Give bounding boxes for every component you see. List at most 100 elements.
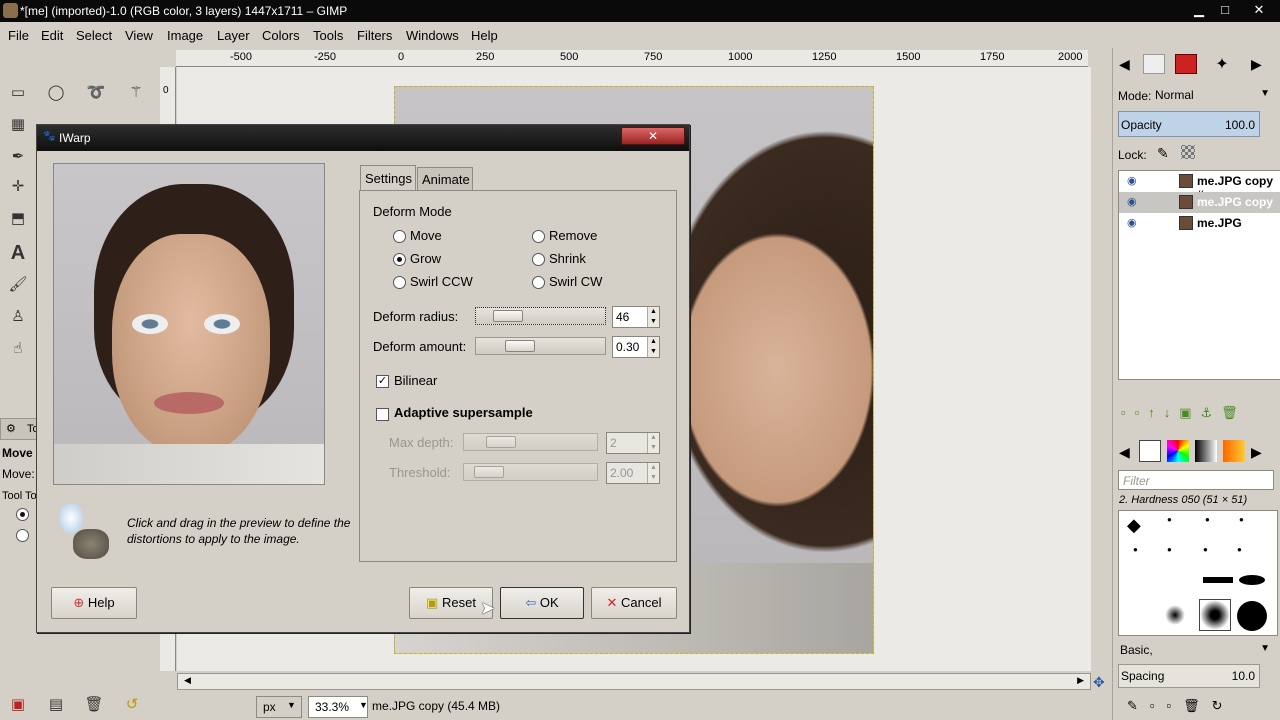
lock-pixels-icon[interactable]: ✎	[1157, 145, 1169, 162]
brush-item[interactable]: ●	[1239, 515, 1244, 524]
eye-icon[interactable]: ◉	[1127, 195, 1137, 208]
slider-thumb[interactable]	[493, 310, 523, 322]
adaptive-supersample-checkbox[interactable]	[376, 408, 389, 421]
brush-item[interactable]	[1165, 605, 1185, 625]
clone-stamp-icon[interactable]: ♙	[6, 306, 30, 328]
layers-tab-icon[interactable]	[1143, 54, 1165, 74]
mode-swirl-cw-label[interactable]: Swirl CW	[549, 274, 602, 289]
menu-edit[interactable]: Edit	[41, 28, 63, 43]
navigate-icon[interactable]: ✥	[1093, 674, 1105, 691]
menu-view[interactable]: View	[125, 28, 153, 43]
mode-select[interactable]: Normal ▼	[1151, 85, 1276, 105]
minimize-button[interactable]: ▁	[1188, 1, 1210, 20]
fuzzy-select-icon[interactable]: ⚚	[124, 82, 148, 104]
tab-settings[interactable]: Settings	[360, 165, 416, 191]
cancel-button[interactable]: ✕ Cancel	[591, 587, 677, 619]
menu-file[interactable]: File	[8, 28, 29, 43]
close-button[interactable]: ✕	[1248, 1, 1270, 20]
mode-grow-radio[interactable]	[393, 253, 406, 266]
reset-options-icon[interactable]: ↺	[120, 694, 144, 716]
layer-row-selected[interactable]: ◉ me.JPG copy	[1119, 192, 1280, 213]
restore-options-icon[interactable]: ▤	[44, 694, 68, 716]
brush-item[interactable]: ●	[1167, 545, 1172, 554]
brush-item[interactable]: ●	[1203, 545, 1208, 554]
mode-remove-radio[interactable]	[532, 230, 545, 243]
tab-animate[interactable]: Animate	[417, 167, 473, 191]
delete-options-icon[interactable]: 🗑	[82, 694, 106, 716]
transform-icon[interactable]: ⬒	[6, 208, 30, 230]
by-color-select-icon[interactable]: ▦	[6, 114, 30, 136]
patterns-tab-icon[interactable]	[1167, 440, 1189, 462]
bilinear-label[interactable]: Bilinear	[394, 373, 437, 388]
paths-tab-icon[interactable]: ✦	[1211, 54, 1233, 74]
text-tool-icon[interactable]: A	[6, 242, 30, 264]
menu-colors[interactable]: Colors	[262, 28, 300, 43]
dock2-right-arrow[interactable]: ▶	[1251, 444, 1262, 461]
lock-alpha-icon[interactable]	[1181, 145, 1195, 159]
rect-select-icon[interactable]: ▭	[6, 82, 30, 104]
mode-swirl-ccw-label[interactable]: Swirl CCW	[410, 274, 473, 289]
layer-row[interactable]: ◉ me.JPG	[1119, 213, 1280, 234]
bilinear-checkbox[interactable]: ✓	[376, 375, 389, 388]
menu-filters[interactable]: Filters	[357, 28, 392, 43]
opacity-slider[interactable]: Opacity 100.0	[1118, 111, 1260, 137]
paintbrush-icon[interactable]: 🖌	[6, 274, 30, 296]
menu-windows[interactable]: Windows	[406, 28, 459, 43]
brushes-tab-icon[interactable]	[1139, 440, 1161, 462]
dock-tab-right-arrow[interactable]: ▶	[1251, 56, 1262, 73]
tool-options-tab[interactable]: ⚙ To	[0, 418, 40, 440]
palettes-tab-icon[interactable]	[1223, 440, 1245, 462]
free-select-icon[interactable]: ➰	[84, 82, 108, 104]
menu-select[interactable]: Select	[76, 28, 112, 43]
unit-select[interactable]: px ▼	[256, 696, 302, 718]
deform-amount-spin[interactable]: 0.30 ▲ ▼	[612, 336, 660, 358]
mode-shrink-radio[interactable]	[532, 253, 545, 266]
brush-item-selected[interactable]	[1199, 599, 1231, 631]
brush-item[interactable]: ●	[1205, 515, 1210, 524]
paths-icon[interactable]: ✒	[6, 146, 30, 168]
brush-actions-icons[interactable]: ✎▫▫🗑↻	[1127, 698, 1277, 714]
mode-swirl-cw-radio[interactable]	[532, 276, 545, 289]
horizontal-scrollbar[interactable]: ◀ ▶	[177, 673, 1091, 690]
brush-item[interactable]: ●	[1237, 545, 1242, 554]
brush-item[interactable]	[1203, 577, 1233, 583]
slider-thumb[interactable]	[505, 340, 535, 352]
adaptive-supersample-label[interactable]: Adaptive supersample	[394, 405, 533, 420]
menu-layer[interactable]: Layer	[217, 28, 250, 43]
brush-grid[interactable]: ◆ ● ● ● ● ● ● ●	[1118, 510, 1278, 636]
ok-button[interactable]: ⇦ OK	[500, 587, 584, 619]
brush-item[interactable]: ●	[1133, 545, 1138, 554]
mode-swirl-ccw-radio[interactable]	[393, 276, 406, 289]
dialog-close-button[interactable]: ✕	[621, 127, 685, 145]
dock-tab-left-arrow[interactable]: ◀	[1119, 56, 1130, 73]
mode-shrink-label[interactable]: Shrink	[549, 251, 586, 266]
mode-move-label[interactable]: Move	[410, 228, 442, 243]
brush-item[interactable]	[1239, 575, 1265, 585]
mode-grow-label[interactable]: Grow	[410, 251, 441, 266]
ellipse-select-icon[interactable]: ◯	[44, 82, 68, 104]
scroll-left-icon[interactable]: ◀	[184, 675, 191, 686]
layer-row[interactable]: ◉ me.JPG copy #	[1119, 171, 1280, 202]
deform-radius-spin[interactable]: 46 ▲ ▼	[612, 306, 660, 328]
move-selection-radio[interactable]	[16, 529, 29, 542]
deform-radius-slider[interactable]	[475, 307, 606, 325]
channels-tab-icon[interactable]	[1175, 54, 1197, 74]
spacing-slider[interactable]: Spacing 10.0	[1118, 664, 1260, 688]
zoom-select[interactable]: 33.3% ▼	[308, 696, 368, 718]
brush-preset-select[interactable]: Basic, ▼	[1118, 640, 1274, 660]
eye-icon[interactable]: ◉	[1127, 216, 1137, 229]
brush-item[interactable]: ◆	[1127, 515, 1141, 536]
brush-filter-input[interactable]: Filter	[1118, 470, 1274, 490]
move-layer-radio[interactable]	[16, 508, 29, 521]
layer-actions-icons[interactable]: ▫▫↑↓▣⚓🗑	[1121, 405, 1276, 421]
spin-arrows-icon[interactable]: ▲ ▼	[647, 337, 659, 357]
iwarp-preview[interactable]	[53, 163, 325, 485]
menu-image[interactable]: Image	[167, 28, 203, 43]
brush-item[interactable]: ●	[1167, 515, 1172, 524]
scroll-right-icon[interactable]: ▶	[1077, 675, 1084, 686]
mode-move-radio[interactable]	[393, 230, 406, 243]
brush-item[interactable]	[1237, 601, 1267, 631]
mode-remove-label[interactable]: Remove	[549, 228, 597, 243]
move-tool-icon[interactable]: ✛	[6, 176, 30, 198]
deform-amount-slider[interactable]	[475, 337, 606, 355]
